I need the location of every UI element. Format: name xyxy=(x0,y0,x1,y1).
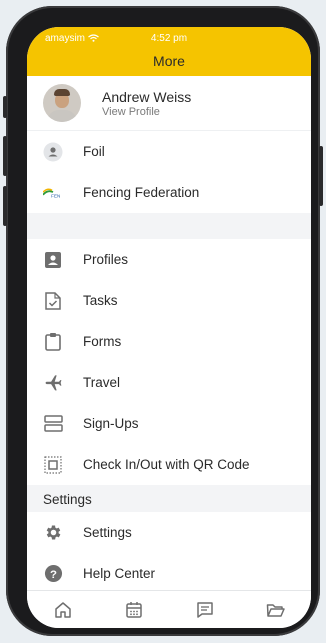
avatar xyxy=(43,84,81,122)
menu-item-tasks[interactable]: Tasks xyxy=(27,280,311,321)
settings-section-header: Settings xyxy=(27,485,311,512)
header: amaysim 4:52 pm More xyxy=(27,27,311,76)
menu-item-forms[interactable]: Forms xyxy=(27,321,311,362)
help-icon: ? xyxy=(43,564,63,584)
menu-label: Travel xyxy=(83,375,121,390)
folder-icon[interactable] xyxy=(262,596,290,624)
plane-icon xyxy=(43,373,63,393)
screen: amaysim 4:52 pm More Andrew Weiss View P… xyxy=(27,27,311,628)
section-divider xyxy=(27,213,311,239)
menu-item-profiles[interactable]: Profiles xyxy=(27,239,311,280)
tab-bar xyxy=(27,590,311,628)
qr-code-icon xyxy=(43,455,63,475)
gear-icon xyxy=(43,523,63,543)
menu-item-help-center[interactable]: ? Help Center xyxy=(27,553,311,594)
calendar-icon[interactable] xyxy=(120,596,148,624)
menu-label: Profiles xyxy=(83,252,129,267)
volume-up-button xyxy=(3,136,7,176)
view-profile-link[interactable]: View Profile xyxy=(102,106,191,118)
volume-down-button xyxy=(3,186,7,226)
menu-label: Forms xyxy=(83,334,122,349)
signup-icon xyxy=(43,414,63,434)
svg-text:FEN: FEN xyxy=(51,193,60,198)
power-button xyxy=(319,146,323,206)
profile-row[interactable]: Andrew Weiss View Profile xyxy=(27,76,311,131)
account-item-foil[interactable]: Foil xyxy=(27,131,311,172)
profile-card-icon xyxy=(43,250,63,270)
menu-label: Settings xyxy=(83,525,132,540)
chat-icon[interactable] xyxy=(191,596,219,624)
svg-text:?: ? xyxy=(50,569,57,581)
task-document-icon xyxy=(43,291,63,311)
page-title: More xyxy=(153,53,185,69)
clipboard-icon xyxy=(43,332,63,352)
menu-label: Sign-Ups xyxy=(83,416,139,431)
home-icon[interactable] xyxy=(49,596,77,624)
menu-item-settings[interactable]: Settings xyxy=(27,512,311,553)
menu-label: Check In/Out with QR Code xyxy=(83,457,250,472)
menu-label: Tasks xyxy=(83,293,118,308)
federation-logo: FEN xyxy=(43,183,63,203)
menu-label: Help Center xyxy=(83,566,156,581)
person-icon xyxy=(43,142,63,162)
mute-switch xyxy=(3,96,7,118)
status-bar: amaysim 4:52 pm xyxy=(27,27,311,49)
menu-item-travel[interactable]: Travel xyxy=(27,362,311,403)
account-label: Fencing Federation xyxy=(83,185,200,200)
profile-name: Andrew Weiss xyxy=(102,88,192,105)
account-label: Foil xyxy=(83,144,105,159)
menu-item-qr-check-in[interactable]: Check In/Out with QR Code xyxy=(27,444,311,485)
menu-item-sign-ups[interactable]: Sign-Ups xyxy=(27,403,311,444)
account-item-federation[interactable]: FEN Fencing Federation xyxy=(27,172,311,213)
phone-frame: amaysim 4:52 pm More Andrew Weiss View P… xyxy=(3,6,323,636)
status-time: 4:52 pm xyxy=(150,32,188,44)
